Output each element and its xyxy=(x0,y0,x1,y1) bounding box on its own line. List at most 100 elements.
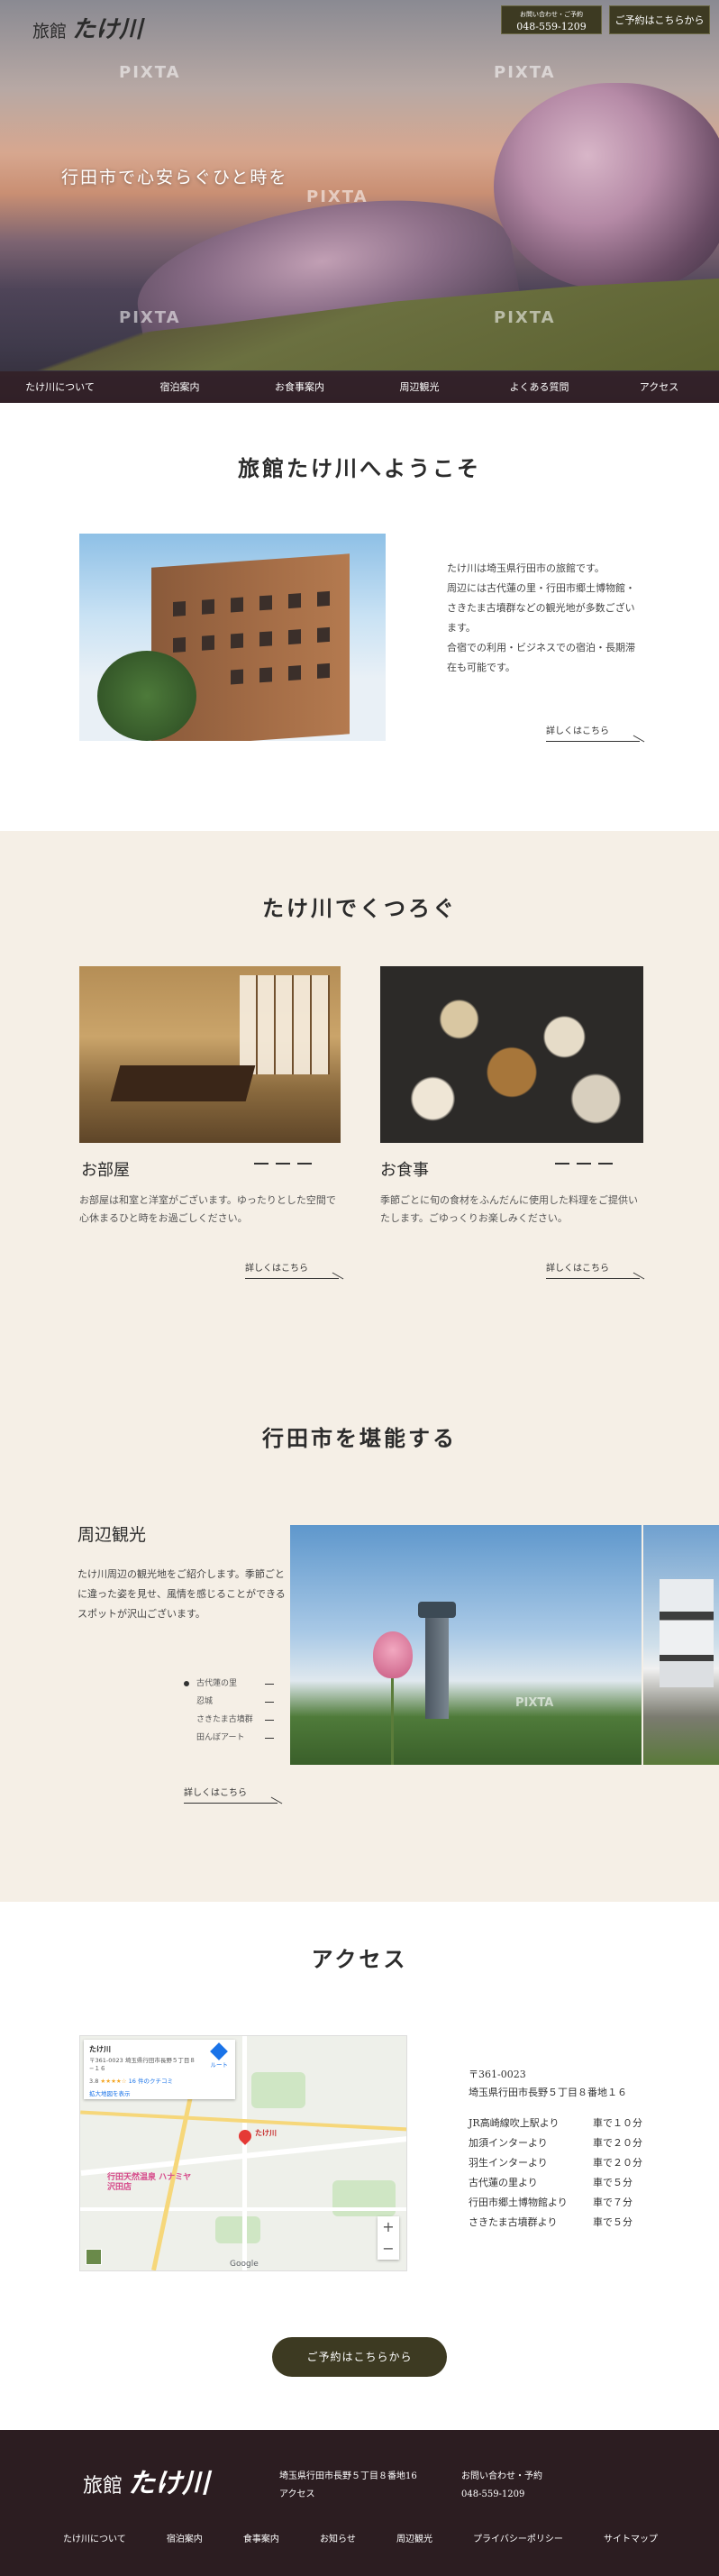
welcome-line: さきたま古墳群などの観光地が多数ござい xyxy=(447,602,635,614)
footer: 旅館 たけ川 埼玉県行田市長野５丁目８番地16 アクセス お問い合わせ・予約 0… xyxy=(0,2430,719,2576)
slide-item-castle[interactable]: 忍城 xyxy=(184,1693,274,1711)
meal-more-link[interactable]: 詳しくはこちら xyxy=(546,1260,640,1279)
header-reserve-button[interactable]: ご予約はこちらから xyxy=(609,5,710,34)
map-place-name: たけ川 xyxy=(89,2045,111,2053)
sightseeing-more-link[interactable]: 詳しくはこちら xyxy=(184,1785,278,1804)
larger-map-link[interactable]: 拡大地図を表示 xyxy=(89,2088,230,2097)
address-line: 埼玉県行田市長野５丁目８番地１６ xyxy=(469,2087,627,2098)
room-card-dash xyxy=(254,1163,312,1165)
footer-nav-stay[interactable]: 宿泊案内 xyxy=(167,2531,203,2544)
site-logo[interactable]: 旅館 たけ川 xyxy=(32,11,142,44)
footer-logo[interactable]: 旅館 たけ川 xyxy=(83,2461,209,2500)
meal-card-dash xyxy=(555,1163,613,1165)
nav-item-access[interactable]: アクセス xyxy=(599,371,719,403)
footer-logo-name: たけ川 xyxy=(128,2468,210,2499)
footer-nav-privacy[interactable]: プライバシーポリシー xyxy=(473,2531,563,2544)
table-row: 行田市郷土博物館より 車で７分 xyxy=(469,2192,642,2212)
map-zoom-control: + − xyxy=(378,2216,399,2260)
nav-item-faq[interactable]: よくある質問 xyxy=(479,371,599,403)
global-nav: たけ川について 宿泊案内 お食事案内 周辺観光 よくある質問 アクセス xyxy=(0,371,719,403)
slide-item-lotus[interactable]: 古代蓮の里 xyxy=(184,1675,274,1693)
footer-nav-news[interactable]: お知らせ xyxy=(320,2531,356,2544)
slide-dot xyxy=(184,1681,189,1686)
ryokan-building-photo xyxy=(79,534,386,741)
google-map[interactable]: たけ川 〒361-0023 埼玉県行田市長野５丁目８−１６ 3.8 ★★★★☆ … xyxy=(79,2035,407,2271)
route-from: 古代蓮の里より xyxy=(469,2177,538,2188)
room-more-link[interactable]: 詳しくはこちら xyxy=(245,1260,339,1279)
footer-tel-label: お問い合わせ・予約 xyxy=(461,2471,542,2481)
watermark: PIXTA xyxy=(119,308,181,327)
route-time: 車で１０分 xyxy=(593,2117,642,2129)
table-row: 加須インターより 車で２０分 xyxy=(469,2133,642,2152)
logo-prefix: 旅館 xyxy=(32,22,68,41)
access-route-table: JR高崎線吹上駅より 車で１０分 加須インターより 車で２０分 羽生インターより 車で… xyxy=(469,2113,642,2232)
reserve-button[interactable]: ご予約はこちらから xyxy=(272,2337,447,2377)
footer-nav-meal[interactable]: 食事案内 xyxy=(243,2531,279,2544)
meal-card-text: 季節ごとに旬の食材をふんだんに使用した料理をご提供いたします。ごゆっくりお楽しみ… xyxy=(380,1194,638,1224)
route-time: 車で５分 xyxy=(593,2177,633,2188)
zoom-out-button[interactable]: − xyxy=(378,2238,399,2260)
header-tel-button[interactable]: お問い合わせ・ご予約 048-559-1209 xyxy=(501,5,602,34)
footer-tel-number[interactable]: 048-559-1209 xyxy=(461,2486,542,2504)
postal-code: 〒361-0023 xyxy=(469,2069,526,2080)
slide-item-kofun[interactable]: さきたま古墳群 xyxy=(184,1711,274,1729)
footer-logo-prefix: 旅館 xyxy=(83,2475,123,2498)
meal-card-title: お食事 xyxy=(380,1161,429,1180)
sightseeing-title: 行田市を堪能する xyxy=(262,1425,457,1451)
route-from: 羽生インターより xyxy=(469,2157,548,2169)
welcome-more-link[interactable]: 詳しくはこちら xyxy=(546,723,640,742)
zoom-in-button[interactable]: + xyxy=(378,2216,399,2238)
footer-nav-about[interactable]: たけ川について xyxy=(63,2531,126,2544)
nav-item-sightseeing[interactable]: 周辺観光 xyxy=(360,371,479,403)
watermark: PIXTA xyxy=(306,187,369,206)
nav-item-meal[interactable]: お食事案内 xyxy=(240,371,360,403)
rating-value: 3.8 xyxy=(89,2078,99,2085)
street-view-icon[interactable] xyxy=(86,2249,102,2265)
shoji-window xyxy=(240,975,330,1074)
nav-item-about[interactable]: たけ川について xyxy=(0,371,120,403)
directions-icon xyxy=(210,2042,229,2060)
low-table xyxy=(110,1065,256,1101)
map-info-card[interactable]: たけ川 〒361-0023 埼玉県行田市長野５丁目８−１６ 3.8 ★★★★☆ … xyxy=(84,2040,235,2099)
google-logo: Google xyxy=(230,2260,259,2269)
map-address: 〒361-0023 埼玉県行田市長野５丁目８−１６ xyxy=(89,2057,196,2072)
route-from: さきたま古墳群より xyxy=(469,2216,558,2228)
welcome-text: たけ川は埼玉県行田市の旅館です。 周辺には古代蓮の里・行田市郷土博物館・ さきた… xyxy=(447,559,643,678)
hero-section: PIXTA PIXTA PIXTA PIXTA PIXTA 旅館 たけ川 お問い… xyxy=(0,0,719,403)
footer-nav-sightseeing[interactable]: 周辺観光 xyxy=(396,2531,432,2544)
review-count-link[interactable]: 16 件のクチコミ xyxy=(129,2078,173,2085)
watermark: PIXTA xyxy=(494,63,556,82)
nav-item-stay[interactable]: 宿泊案内 xyxy=(120,371,240,403)
access-address: 〒361-0023 埼玉県行田市長野５丁目８番地１６ xyxy=(469,2066,627,2102)
table-row: 古代蓮の里より 車で５分 xyxy=(469,2172,642,2192)
footer-access-link[interactable]: アクセス xyxy=(279,2486,417,2504)
watermark: PIXTA xyxy=(494,308,556,327)
room-card-text: お部屋は和室と洋室がございます。ゆったりとした空間で心休まるひと時をお過ごしくだ… xyxy=(79,1194,336,1224)
route-time: 車で７分 xyxy=(593,2197,633,2208)
room-card-title: お部屋 xyxy=(81,1161,130,1180)
observation-tower xyxy=(418,1602,456,1719)
watermark: PIXTA xyxy=(119,63,181,82)
map-poi-onsen[interactable]: 行田天然温泉 ハナミヤ沢田店 xyxy=(107,2173,197,2193)
map-pin-icon[interactable] xyxy=(236,2127,254,2145)
catch-copy: 行田市で心安らぐひと時を xyxy=(61,168,288,187)
footer-nav: たけ川について 宿泊案内 食事案内 お知らせ 周辺観光 プライバシーポリシー サ… xyxy=(63,2531,658,2544)
route-from: JR高崎線吹上駅より xyxy=(469,2117,560,2129)
footer-nav-sitemap[interactable]: サイトマップ xyxy=(604,2531,658,2544)
slide-label: 古代蓮の里 xyxy=(196,1679,238,1688)
room-photo xyxy=(79,966,341,1143)
slide-item-rice-art[interactable]: 田んぼアート xyxy=(184,1729,274,1747)
table-row: JR高崎線吹上駅より 車で１０分 xyxy=(469,2113,642,2133)
welcome-line: たけ川は埼玉県行田市の旅館です。 xyxy=(447,562,605,574)
logo-name: たけ川 xyxy=(72,16,143,43)
route-time: 車で２０分 xyxy=(593,2137,642,2149)
sightseeing-text: たけ川周辺の観光地をご紹介します。季節ごとに違った姿を見せ、風情を感じることがで… xyxy=(77,1568,286,1620)
rating-stars: ★★★★☆ xyxy=(100,2078,127,2085)
tel-number: 048-559-1209 xyxy=(516,21,587,32)
route-time: 車で２０分 xyxy=(593,2157,642,2169)
cherry-tree xyxy=(494,83,719,290)
watermark: PIXTA xyxy=(515,1696,554,1710)
route-time: 車で５分 xyxy=(593,2216,633,2228)
route-button[interactable]: ルート xyxy=(210,2042,229,2069)
route-from: 加須インターより xyxy=(469,2137,548,2149)
